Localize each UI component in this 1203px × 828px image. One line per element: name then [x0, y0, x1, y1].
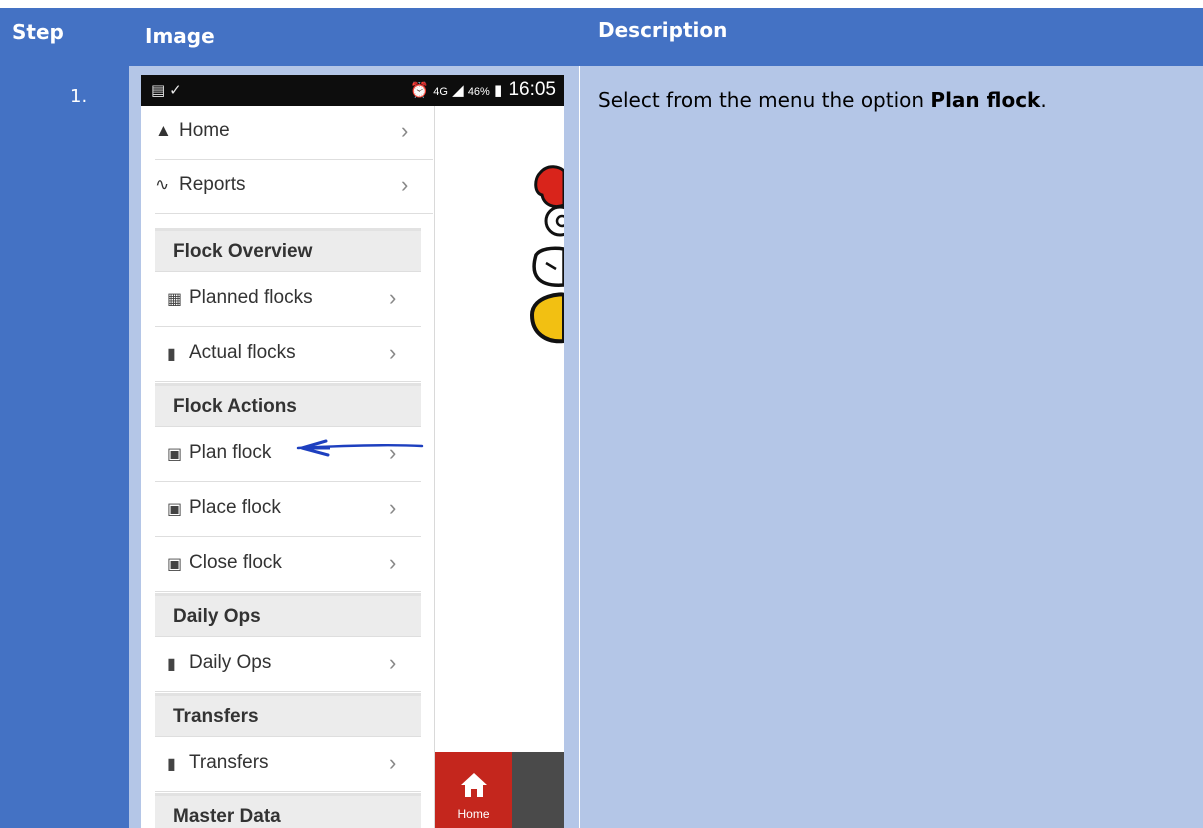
home-icon [461, 773, 487, 797]
step-description: Select from the menu the option Plan flo… [598, 88, 1047, 112]
section-flock-actions: Flock Actions [155, 383, 421, 427]
header-image: Image [145, 24, 215, 48]
status-bar: ▤✓ ⏰ 4G ◢ 46% ▮ 16:05 [141, 75, 564, 106]
chevron-right-icon: › [389, 285, 397, 310]
book-icon: ▮ [167, 656, 176, 673]
home-nav-button[interactable]: Home [435, 752, 512, 828]
section-master-data: Master Data [155, 793, 421, 828]
activity-icon: ∿ [155, 175, 170, 194]
clock: 16:05 [508, 79, 556, 100]
menu-item-home[interactable]: ▲ Home › [155, 106, 433, 160]
book-icon: ▮ [167, 756, 176, 773]
section-flock-overview: Flock Overview [155, 228, 421, 272]
menu-item-reports[interactable]: ∿ Reports › [155, 160, 433, 214]
description-cell [580, 66, 1203, 828]
step-cell [0, 66, 129, 828]
cart-icon: ▣ [167, 446, 183, 463]
chevron-right-icon: › [389, 550, 397, 575]
menu-item-place-flock[interactable]: ▣ Place flock › [155, 482, 421, 537]
handwritten-arrow-annotation [296, 439, 424, 457]
menu-item-daily-ops[interactable]: ▮ Daily Ops › [155, 637, 421, 692]
section-transfers: Transfers [155, 693, 421, 737]
chevron-right-icon: › [389, 650, 397, 675]
cart-icon: ▣ [167, 556, 183, 573]
battery-icon: ▮ [494, 82, 503, 99]
calendar-icon: ▦ [167, 291, 183, 308]
book-icon: ▮ [167, 346, 176, 363]
header-cell-description: Description [580, 8, 1203, 66]
header-description: Description [598, 18, 728, 42]
chevron-right-icon: › [389, 340, 397, 365]
signal-icon: ◢ [452, 82, 464, 99]
menu-item-transfers[interactable]: ▮ Transfers › [155, 737, 421, 792]
header-step: Step [12, 20, 64, 44]
notification-icons: ▤✓ [151, 82, 186, 99]
header-cell-image: Image [129, 8, 580, 66]
navigation-drawer: ▲ Home › ∿ Reports › Flock Overview ▦ Pl… [141, 106, 434, 828]
chevron-right-icon: › [401, 172, 409, 197]
battery-level: 46% [467, 86, 490, 98]
chevron-right-icon: › [389, 750, 397, 775]
menu-item-planned-flocks[interactable]: ▦ Planned flocks › [155, 272, 421, 327]
chicken-mascot-icon [529, 165, 564, 344]
status-right: ⏰ 4G ◢ 46% ▮ 16:05 [410, 79, 556, 101]
network-type: 4G [433, 86, 448, 98]
cart-icon: ▣ [167, 501, 183, 518]
phone-screenshot: ▤✓ ⏰ 4G ◢ 46% ▮ 16:05 ▲ Home › ∿ Reports… [141, 75, 564, 828]
header-cell-step: Step [0, 8, 129, 66]
home-icon: ▲ [155, 121, 172, 140]
menu-item-actual-flocks[interactable]: ▮ Actual flocks › [155, 327, 421, 382]
chevron-right-icon: › [401, 118, 409, 143]
highlighted-option: Plan flock [930, 88, 1041, 112]
section-daily-ops: Daily Ops [155, 593, 421, 637]
chevron-right-icon: › [389, 495, 397, 520]
menu-item-close-flock[interactable]: ▣ Close flock › [155, 537, 421, 592]
step-number: 1. [70, 86, 88, 107]
alarm-icon: ⏰ [410, 82, 430, 99]
home-nav-label: Home [457, 807, 490, 821]
bottom-nav-button[interactable] [512, 752, 564, 828]
